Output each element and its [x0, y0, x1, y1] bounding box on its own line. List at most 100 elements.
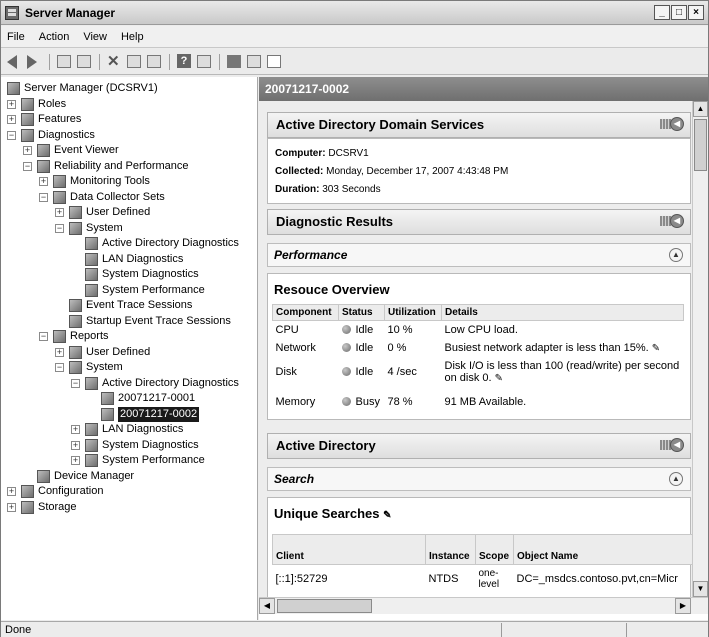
scroll-up-arrow-icon[interactable]: ▲ [693, 101, 708, 117]
col-client: Client [272, 534, 426, 565]
tree-item[interactable]: + Configuration [1, 484, 257, 499]
table-row: [::1]:52729 NTDS one-level DC=_msdcs.con… [275, 567, 678, 590]
tree-node-icon [85, 237, 98, 250]
collapse-icon[interactable]: − [55, 223, 64, 233]
expand-chevron-icon[interactable]: ▲ [669, 248, 683, 262]
expand-icon[interactable]: + [39, 177, 48, 186]
tree-item[interactable]: LAN Diagnostics [1, 252, 257, 267]
diagnostic-results-header[interactable]: Diagnostic Results ◀ [267, 209, 691, 235]
delete-icon[interactable]: ✕ [107, 54, 123, 70]
vertical-scroll-thumb[interactable] [694, 119, 707, 171]
tree-item[interactable]: + User Defined [1, 205, 257, 220]
tree-item[interactable]: + Event Viewer [1, 143, 257, 158]
note-icon[interactable]: ✎ [495, 373, 503, 384]
tree-item-label: Active Directory Diagnostics [102, 237, 239, 249]
note-icon[interactable]: ✎ [652, 343, 660, 354]
expand-chevron-icon[interactable]: ▲ [669, 472, 683, 486]
tree-item[interactable]: + LAN Diagnostics [1, 422, 257, 437]
tree-node-icon [85, 376, 98, 390]
tree-item[interactable]: + Roles [1, 97, 257, 112]
note-icon[interactable]: ✎ [383, 510, 391, 521]
refresh-icon[interactable] [147, 54, 163, 70]
expand-icon[interactable]: + [7, 502, 16, 512]
help-icon[interactable]: ? [177, 54, 193, 70]
view-report-icon[interactable] [227, 54, 243, 70]
horizontal-scroll-thumb[interactable] [277, 599, 372, 613]
expand-icon[interactable]: + [71, 456, 80, 465]
tree-item[interactable]: + System Performance [1, 453, 257, 468]
tree-item-label: Server Manager (DCSRV1) [24, 82, 158, 94]
minimize-button[interactable]: _ [654, 5, 670, 20]
performance-subsection[interactable]: Performance ▲ [267, 243, 691, 267]
folder-view-icon[interactable] [247, 54, 263, 70]
collapse-icon[interactable]: − [7, 130, 16, 140]
expand-icon[interactable]: + [71, 440, 80, 450]
tree-node-icon [69, 345, 82, 359]
tree-item[interactable]: − Reports [1, 329, 257, 344]
ads-section-header[interactable]: Active Directory Domain Services ◀ [267, 112, 691, 138]
expand-icon[interactable]: + [55, 347, 64, 357]
maximize-button[interactable]: □ [671, 5, 687, 20]
menu-file[interactable]: File [7, 31, 25, 43]
scroll-left-arrow-icon[interactable]: ◀ [259, 598, 275, 614]
collapse-icon[interactable]: − [39, 192, 48, 202]
tree-item[interactable]: System Diagnostics [1, 267, 257, 282]
expand-icon[interactable]: + [55, 208, 64, 217]
tree-item[interactable]: Active Directory Diagnostics [1, 236, 257, 251]
show-hide-tree-icon[interactable] [77, 54, 93, 70]
collected-label: Collected: [275, 166, 324, 177]
tree-item[interactable]: − Reliability and Performance [1, 159, 257, 174]
collapse-icon[interactable]: − [23, 161, 32, 171]
tree-item[interactable]: − Active Directory Diagnostics [1, 376, 257, 391]
forward-arrow-icon[interactable] [27, 54, 43, 70]
horizontal-scrollbar[interactable]: ◀ ▶ [259, 597, 708, 614]
tree-item[interactable]: − System [1, 360, 257, 375]
tree-item[interactable]: Device Manager [1, 469, 257, 484]
collapse-section-icon[interactable]: ◀ [660, 438, 684, 452]
tree-item[interactable]: + Storage [1, 500, 257, 515]
vertical-scrollbar[interactable]: ▲ ▼ [692, 101, 708, 597]
tree-item[interactable]: Server Manager (DCSRV1) [1, 81, 257, 96]
collapse-section-icon[interactable]: ◀ [660, 117, 684, 131]
computer-value: DCSRV1 [328, 148, 369, 159]
expand-icon[interactable]: + [7, 487, 16, 496]
tree-item[interactable]: Startup Event Trace Sessions [1, 314, 257, 329]
search-subsection[interactable]: Search ▲ [267, 467, 691, 491]
expand-icon[interactable]: + [71, 425, 80, 434]
tree-item[interactable]: + System Diagnostics [1, 438, 257, 453]
menu-help[interactable]: Help [121, 31, 144, 43]
menu-action[interactable]: Action [39, 31, 70, 43]
tree-item[interactable]: − Diagnostics [1, 128, 257, 143]
col-details: Details [441, 304, 684, 321]
print-icon[interactable] [127, 54, 143, 70]
tree-item[interactable]: − System [1, 221, 257, 236]
table-row: Memory Busy 78 % 91 MB Available. [275, 395, 527, 408]
tree-node-icon [37, 159, 50, 173]
scroll-right-arrow-icon[interactable]: ▶ [675, 598, 691, 614]
tree-item[interactable]: Event Trace Sessions [1, 298, 257, 313]
menu-view[interactable]: View [83, 31, 107, 43]
collapse-icon[interactable]: − [55, 363, 64, 372]
properties-icon[interactable] [197, 54, 213, 70]
collapse-icon[interactable]: − [39, 332, 48, 341]
active-directory-header[interactable]: Active Directory ◀ [267, 433, 691, 459]
tree-item-label: 20071217-0001 [118, 392, 196, 404]
close-button[interactable]: × [688, 5, 704, 20]
tree-item[interactable]: − Data Collector Sets [1, 190, 257, 205]
tree-item[interactable]: + Features [1, 112, 257, 127]
tree-item[interactable]: + Monitoring Tools [1, 174, 257, 189]
tree-item[interactable]: 20071217-0001 [1, 391, 257, 406]
expand-icon[interactable]: + [7, 99, 16, 109]
tree-item[interactable]: 20071217-0002 [1, 406, 257, 422]
blank-page-icon[interactable] [267, 54, 283, 70]
tree-item-label: LAN Diagnostics [102, 423, 184, 435]
back-arrow-icon[interactable] [7, 54, 23, 70]
tree-item[interactable]: + User Defined [1, 345, 257, 360]
tree-item[interactable]: System Performance [1, 283, 257, 298]
expand-icon[interactable]: + [7, 115, 16, 124]
expand-icon[interactable]: + [23, 146, 32, 155]
scroll-down-arrow-icon[interactable]: ▼ [693, 581, 708, 597]
up-folder-icon[interactable] [57, 54, 73, 70]
collapse-icon[interactable]: − [71, 378, 80, 388]
collapse-section-icon[interactable]: ◀ [660, 214, 684, 228]
